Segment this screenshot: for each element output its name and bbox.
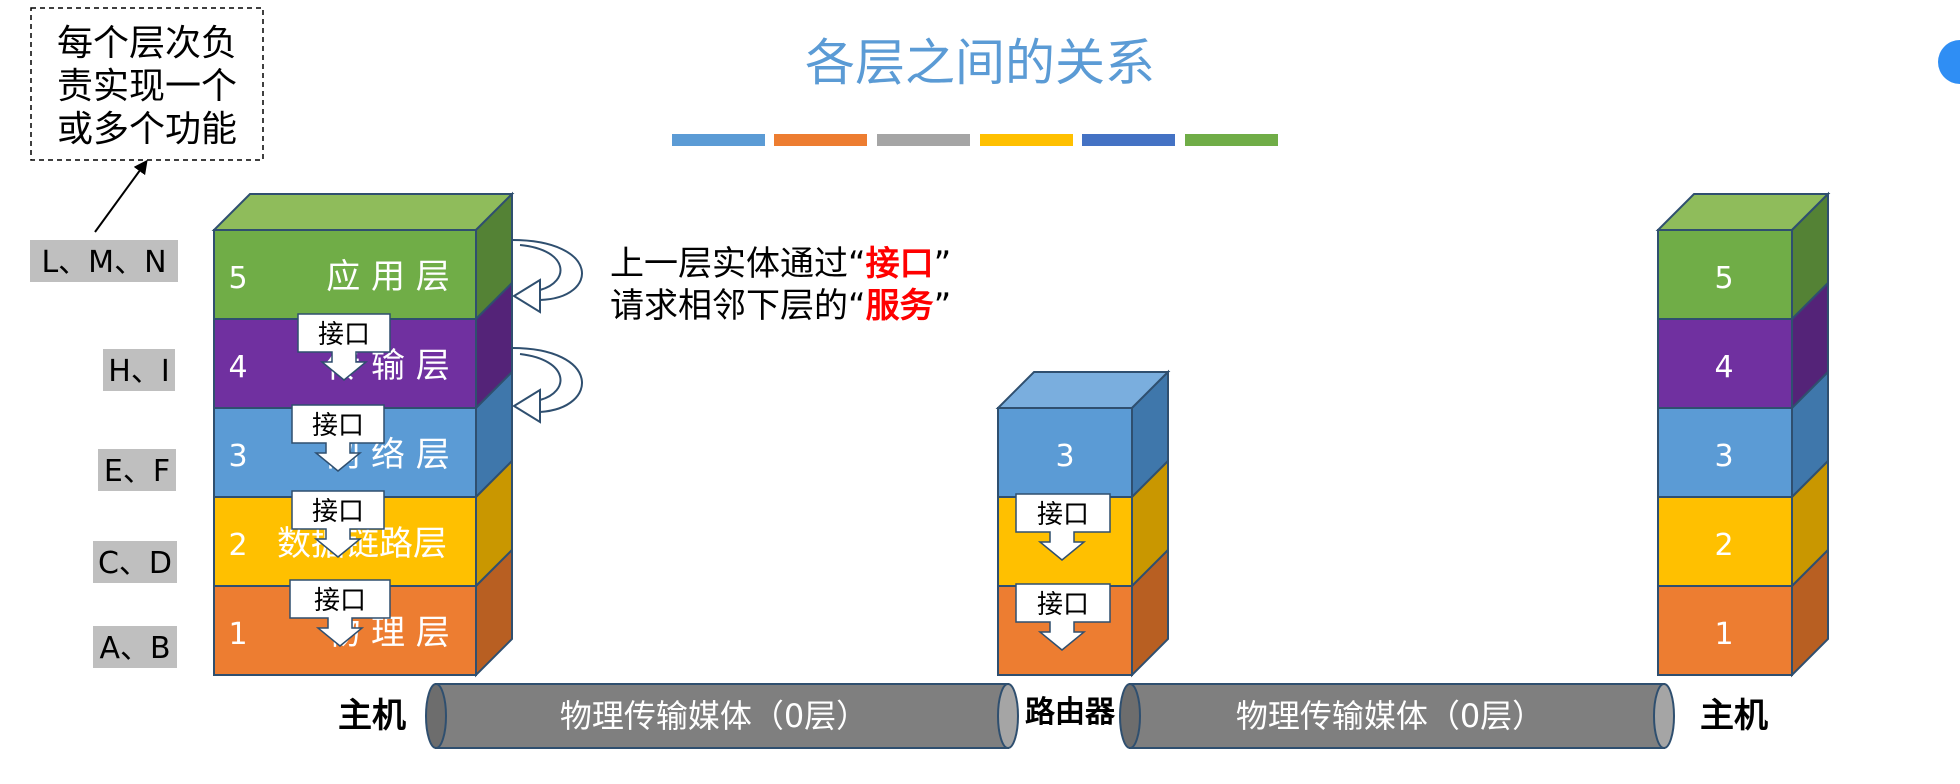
note-pointer-arrow [94, 159, 148, 233]
host-right-label: 主机 [1700, 696, 1768, 736]
side-label-ab: A、B [99, 631, 170, 666]
layer-relationship-diagram: 各层之间的关系 每个层次负 责实现一个 或多个功能 L、M、N H、I E、F … [30, 7, 1960, 749]
right-layer-2-number: 2 [1714, 528, 1733, 563]
router-layer-3-number: 3 [1055, 439, 1074, 474]
layer-5-number: 5 [228, 261, 247, 296]
service-text-1-key: 接口 [866, 244, 934, 284]
note-line-1: 每个层次负 [57, 23, 237, 64]
physical-medium-right-label: 物理传输媒体（0层） [1236, 697, 1544, 735]
interface-label: 接口 [312, 497, 364, 527]
physical-medium-right: 物理传输媒体（0层） [1119, 683, 1675, 749]
note-line-2: 责实现一个 [57, 66, 237, 107]
service-text-line-1: 上一层实体通过“接口” [610, 244, 951, 284]
note-line-3: 或多个功能 [57, 109, 237, 150]
side-label-cd: C、D [98, 546, 172, 581]
interface-label: 接口 [312, 411, 364, 441]
stack-top-face [211, 193, 515, 231]
note-box: 每个层次负 责实现一个 或多个功能 [30, 7, 264, 161]
title-color-bar [672, 134, 1278, 146]
service-text-2-key: 服务 [866, 286, 934, 326]
layer-1-number: 1 [228, 617, 247, 652]
interface-label: 接口 [1037, 500, 1089, 530]
service-text-2-prefix: 请求相邻下层的“ [610, 286, 866, 326]
bar-segment-yellow [980, 134, 1073, 146]
side-labels: L、M、N H、I E、F C、D A、B [30, 240, 178, 668]
page-title: 各层之间的关系 [805, 34, 1155, 92]
bar-segment-blue [672, 134, 765, 146]
router-label: 路由器 [1025, 695, 1116, 730]
physical-medium-left-label: 物理传输媒体（0层） [560, 697, 868, 735]
service-text-2-suffix: ” [934, 286, 952, 326]
edge-badge-icon [1938, 40, 1960, 84]
layer-4-number: 4 [228, 350, 247, 385]
service-text-line-2: 请求相邻下层的“服务” [610, 286, 951, 326]
interface-label: 接口 [318, 320, 370, 350]
bar-segment-green [1185, 134, 1278, 146]
right-layer-5-number: 5 [1714, 261, 1733, 296]
side-label-ef: E、F [104, 454, 170, 489]
right-layer-1-number: 1 [1714, 617, 1733, 652]
bar-segment-gray [877, 134, 970, 146]
side-label-lmn: L、M、N [41, 245, 166, 280]
curved-arrow-icon [511, 347, 583, 424]
router-stack: 3 接口 接口 [995, 369, 1171, 678]
right-layer-4-number: 4 [1714, 350, 1733, 385]
side-label-hi: H、I [108, 354, 169, 389]
curved-arrow-icon [511, 239, 583, 314]
service-text-1-prefix: 上一层实体通过“ [610, 244, 866, 284]
interface-label: 接口 [1037, 590, 1089, 620]
bar-segment-darkblue [1082, 134, 1175, 146]
right-layer-3-number: 3 [1714, 439, 1733, 474]
layer-3-number: 3 [228, 439, 247, 474]
host-right-stack: 5 4 3 2 1 [1655, 191, 1831, 678]
bar-segment-orange [774, 134, 867, 146]
host-left-label: 主机 [338, 696, 406, 736]
physical-medium-left: 物理传输媒体（0层） [425, 683, 1019, 749]
layer-2-name: 数据链路层 [277, 524, 447, 564]
service-text-1-suffix: ” [934, 244, 952, 284]
layer-5-name: 应 用 层 [326, 257, 450, 297]
interface-label: 接口 [314, 586, 366, 616]
host-left-stack: 5 应 用 层 4 传 输 层 3 网 络 层 2 数据链路层 1 物 理 层 … [211, 191, 515, 678]
layer-2-number: 2 [228, 528, 247, 563]
